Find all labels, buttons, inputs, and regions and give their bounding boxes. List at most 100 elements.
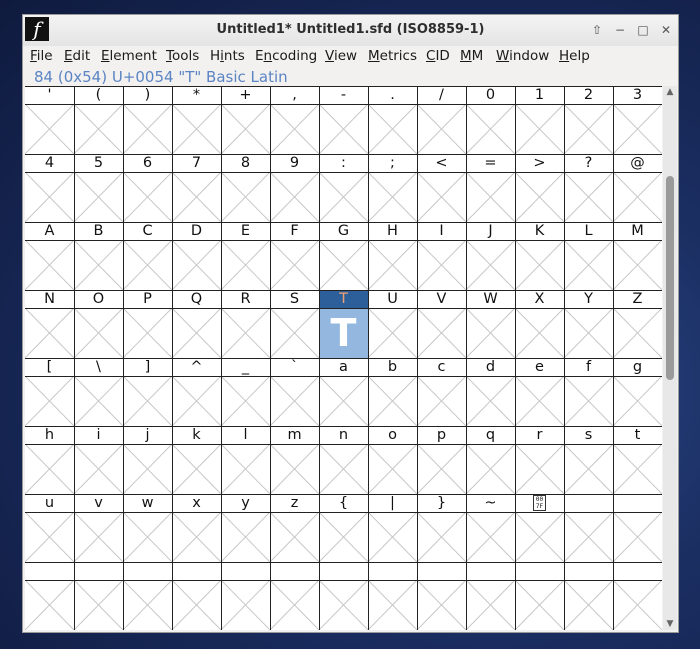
scroll-down-arrow-icon[interactable]: ▼: [663, 619, 677, 629]
glyph-cell[interactable]: [368, 240, 417, 290]
glyph-label[interactable]: i: [74, 426, 123, 444]
glyph-label[interactable]: l: [221, 426, 270, 444]
glyph-cell[interactable]: [564, 580, 613, 630]
glyph-cell[interactable]: [417, 240, 466, 290]
glyph-cell[interactable]: [25, 308, 74, 358]
glyph-cell[interactable]: [221, 580, 270, 630]
scroll-up-arrow-icon[interactable]: ▲: [663, 87, 677, 97]
glyph-cell[interactable]: [613, 104, 662, 154]
glyph-label[interactable]: [319, 562, 368, 580]
glyph-cell[interactable]: [172, 444, 221, 494]
glyph-label[interactable]: @: [613, 154, 662, 172]
glyph-label[interactable]: 00 7F: [515, 494, 564, 512]
glyph-label[interactable]: m: [270, 426, 319, 444]
glyph-cell[interactable]: [172, 376, 221, 426]
glyph-label[interactable]: C: [123, 222, 172, 240]
glyph-label[interactable]: S: [270, 290, 319, 308]
glyph-label[interactable]: 1: [515, 86, 564, 104]
glyph-label[interactable]: (: [74, 86, 123, 104]
menu-hints[interactable]: Hints: [210, 48, 245, 64]
glyph-cell[interactable]: [123, 308, 172, 358]
glyph-cell[interactable]: [74, 444, 123, 494]
glyph-cell[interactable]: [515, 172, 564, 222]
glyph-cell[interactable]: [515, 240, 564, 290]
menu-window[interactable]: Window: [496, 48, 549, 64]
glyph-cell[interactable]: [172, 580, 221, 630]
glyph-label[interactable]: d: [466, 358, 515, 376]
glyph-label[interactable]: a: [319, 358, 368, 376]
glyph-label[interactable]: 2: [564, 86, 613, 104]
glyph-cell[interactable]: [74, 240, 123, 290]
glyph-cell[interactable]: [172, 172, 221, 222]
glyph-cell[interactable]: [564, 104, 613, 154]
glyph-cell[interactable]: [123, 580, 172, 630]
menu-edit[interactable]: Edit: [64, 48, 90, 64]
vertical-scrollbar[interactable]: ▲ ▼: [663, 86, 677, 630]
glyph-label[interactable]: E: [221, 222, 270, 240]
glyph-label[interactable]: .: [368, 86, 417, 104]
glyph-cell[interactable]: [368, 104, 417, 154]
glyph-cell[interactable]: [270, 444, 319, 494]
glyph-label[interactable]: e: [515, 358, 564, 376]
glyph-label[interactable]: R: [221, 290, 270, 308]
menu-encoding[interactable]: Encoding: [255, 48, 317, 64]
glyph-cell[interactable]: [123, 240, 172, 290]
glyph-label[interactable]: \: [74, 358, 123, 376]
glyph-label[interactable]: [466, 562, 515, 580]
glyph-cell[interactable]: [319, 512, 368, 562]
glyph-label[interactable]: o: [368, 426, 417, 444]
glyph-cell[interactable]: [74, 308, 123, 358]
glyph-cell[interactable]: [221, 376, 270, 426]
glyph-label[interactable]: [613, 562, 662, 580]
glyph-cell[interactable]: [221, 512, 270, 562]
glyph-label[interactable]: {: [319, 494, 368, 512]
glyph-cell[interactable]: [564, 172, 613, 222]
glyph-label[interactable]: X: [515, 290, 564, 308]
glyph-label[interactable]: G: [319, 222, 368, 240]
glyph-label[interactable]: T: [319, 290, 368, 308]
glyph-label[interactable]: t: [613, 426, 662, 444]
glyph-label[interactable]: g: [613, 358, 662, 376]
glyph-cell[interactable]: [172, 240, 221, 290]
glyph-cell[interactable]: [123, 512, 172, 562]
glyph-label[interactable]: U: [368, 290, 417, 308]
glyph-label[interactable]: w: [123, 494, 172, 512]
glyph-cell[interactable]: [515, 444, 564, 494]
glyph-label[interactable]: [417, 562, 466, 580]
glyph-label[interactable]: :: [319, 154, 368, 172]
glyph-label[interactable]: ~: [466, 494, 515, 512]
menu-tools[interactable]: Tools: [166, 48, 199, 64]
glyph-label[interactable]: N: [25, 290, 74, 308]
glyph-cell[interactable]: [172, 308, 221, 358]
glyph-label[interactable]: D: [172, 222, 221, 240]
glyph-cell[interactable]: [270, 580, 319, 630]
glyph-cell[interactable]: [172, 104, 221, 154]
glyph-label[interactable]: I: [417, 222, 466, 240]
glyph-cell[interactable]: [613, 580, 662, 630]
glyph-label[interactable]: _: [221, 358, 270, 376]
glyph-cell[interactable]: [25, 172, 74, 222]
menu-view[interactable]: View: [325, 48, 357, 64]
glyph-label[interactable]: *: [172, 86, 221, 104]
glyph-label[interactable]: j: [123, 426, 172, 444]
glyph-cell[interactable]: [417, 512, 466, 562]
glyph-label[interactable]: z: [270, 494, 319, 512]
glyph-cell[interactable]: [515, 104, 564, 154]
glyph-cell[interactable]: [466, 512, 515, 562]
menu-metrics[interactable]: Metrics: [368, 48, 417, 64]
glyph-label[interactable]: y: [221, 494, 270, 512]
glyph-label[interactable]: q: [466, 426, 515, 444]
glyph-cell[interactable]: [613, 376, 662, 426]
glyph-cell[interactable]: [25, 512, 74, 562]
glyph-label[interactable]: B: [74, 222, 123, 240]
glyph-label[interactable]: Y: [564, 290, 613, 308]
glyph-label[interactable]: [564, 494, 613, 512]
glyph-label[interactable]: 4: [25, 154, 74, 172]
glyph-label[interactable]: p: [417, 426, 466, 444]
menu-file[interactable]: File: [30, 48, 53, 64]
glyph-cell[interactable]: [25, 240, 74, 290]
glyph-label[interactable]: f: [564, 358, 613, 376]
glyph-cell[interactable]: [221, 172, 270, 222]
glyph-cell[interactable]: [417, 104, 466, 154]
glyph-cell[interactable]: [319, 444, 368, 494]
